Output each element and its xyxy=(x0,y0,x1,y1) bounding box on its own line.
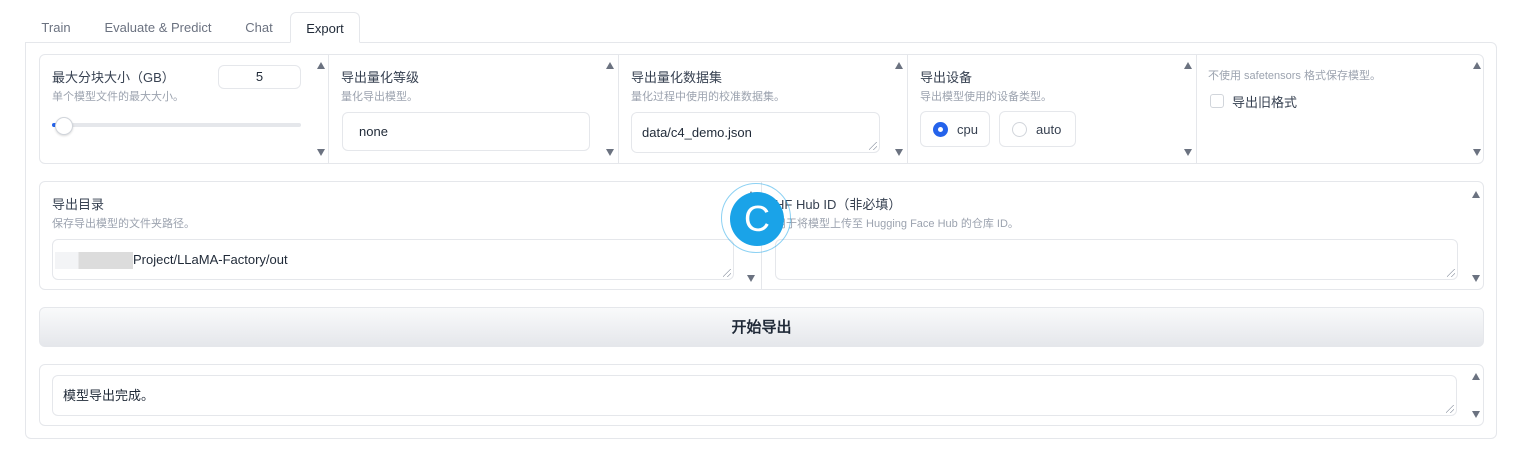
device-info: 导出模型使用的设备类型。 xyxy=(920,91,1052,103)
redacted-path-segment xyxy=(55,252,133,269)
scroll-down-arrow-icon[interactable] xyxy=(606,149,614,156)
hub-id-block: HF Hub ID（非必填） 用于将模型上传至 Hugging Face Hub… xyxy=(761,182,1485,289)
device-option-auto[interactable]: auto xyxy=(999,111,1076,147)
quant-dataset-label: 导出量化数据集 xyxy=(631,70,723,85)
hub-id-textbox[interactable] xyxy=(775,239,1458,280)
export-dir-value: Project/LLaMA-Factory/out xyxy=(133,252,288,267)
start-export-button[interactable]: 开始导出 xyxy=(39,307,1484,347)
shard-size-number-input[interactable]: 5 xyxy=(218,65,301,89)
export-dir-block: 导出目录 保存导出模型的文件夹路径。 Project/LLaMA-Factory… xyxy=(40,182,761,289)
shard-size-label: 最大分块大小（GB） xyxy=(52,70,175,85)
device-option-label: cpu xyxy=(957,122,978,137)
legacy-format-label[interactable]: 导出旧格式 xyxy=(1232,92,1297,111)
device-option-label: auto xyxy=(1036,122,1062,137)
scroll-down-arrow-icon[interactable] xyxy=(1472,275,1480,282)
tab-export[interactable]: Export xyxy=(290,12,360,43)
scroll-down-arrow-icon[interactable] xyxy=(1473,149,1481,156)
shard-size-slider[interactable] xyxy=(52,117,301,135)
scroll-up-arrow-icon[interactable] xyxy=(1472,373,1480,380)
device-option-cpu[interactable]: cpu xyxy=(920,111,990,147)
tab-chat[interactable]: Chat xyxy=(229,12,289,43)
output-box: 模型导出完成。 xyxy=(39,364,1484,426)
quant-dataset-textbox[interactable]: data/c4_demo.json xyxy=(631,112,880,153)
slider-track xyxy=(52,123,301,127)
slider-thumb[interactable] xyxy=(55,117,74,135)
export-settings-row: 最大分块大小（GB） 单个模型文件的最大大小。 5 导出量化等级 量化导出模型。… xyxy=(39,54,1484,164)
export-dir-label: 导出目录 xyxy=(52,197,105,212)
quant-bit-label: 导出量化等级 xyxy=(341,70,420,85)
scroll-up-arrow-icon[interactable] xyxy=(317,62,325,69)
scroll-up-arrow-icon[interactable] xyxy=(1184,62,1192,69)
quant-bit-info: 量化导出模型。 xyxy=(341,91,418,103)
scroll-down-arrow-icon[interactable] xyxy=(747,275,755,282)
tab-train[interactable]: Train xyxy=(25,12,87,43)
scroll-down-arrow-icon[interactable] xyxy=(1472,411,1480,418)
logo-letter: C xyxy=(744,198,770,239)
quant-bit-dropdown[interactable]: none xyxy=(342,112,590,151)
export-dir-info: 保存导出模型的文件夹路径。 xyxy=(52,218,195,230)
hub-id-label: HF Hub ID（非必填） xyxy=(775,197,902,212)
device-block: 导出设备 导出模型使用的设备类型。 cpu auto xyxy=(907,55,1196,163)
output-textbox[interactable]: 模型导出完成。 xyxy=(52,375,1457,416)
scroll-up-arrow-icon[interactable] xyxy=(1472,191,1480,198)
scroll-up-arrow-icon[interactable] xyxy=(606,62,614,69)
shard-size-info: 单个模型文件的最大大小。 xyxy=(52,91,184,103)
export-dir-textbox[interactable]: Project/LLaMA-Factory/out xyxy=(52,239,734,280)
shard-size-block: 最大分块大小（GB） 单个模型文件的最大大小。 5 xyxy=(40,55,328,163)
resize-handle-icon[interactable] xyxy=(1447,269,1455,277)
device-label: 导出设备 xyxy=(920,70,973,85)
legacy-format-block: 不使用 safetensors 格式保存模型。 导出旧格式 xyxy=(1196,55,1485,163)
logo-circle: C xyxy=(730,192,784,246)
resize-handle-icon[interactable] xyxy=(723,269,731,277)
resize-handle-icon[interactable] xyxy=(1446,405,1454,413)
quant-dataset-block: 导出量化数据集 量化过程中使用的校准数据集。 data/c4_demo.json xyxy=(618,55,907,163)
quant-dataset-info: 量化过程中使用的校准数据集。 xyxy=(631,91,785,103)
scroll-up-arrow-icon[interactable] xyxy=(1473,62,1481,69)
scroll-down-arrow-icon[interactable] xyxy=(317,149,325,156)
floating-c-logo-icon[interactable]: C xyxy=(721,183,791,253)
legacy-format-info: 不使用 safetensors 格式保存模型。 xyxy=(1208,70,1381,82)
radio-selected-icon xyxy=(933,122,948,137)
scroll-down-arrow-icon[interactable] xyxy=(1184,149,1192,156)
tab-evaluate-predict[interactable]: Evaluate & Predict xyxy=(91,12,225,43)
scroll-up-arrow-icon[interactable] xyxy=(895,62,903,69)
radio-unselected-icon xyxy=(1012,122,1027,137)
legacy-format-checkbox[interactable] xyxy=(1210,94,1224,108)
resize-handle-icon[interactable] xyxy=(869,142,877,150)
scroll-down-arrow-icon[interactable] xyxy=(895,149,903,156)
output-value: 模型导出完成。 xyxy=(63,388,155,403)
hub-id-info: 用于将模型上传至 Hugging Face Hub 的仓库 ID。 xyxy=(775,218,1019,230)
quant-dataset-value: data/c4_demo.json xyxy=(642,125,752,140)
quant-bit-block: 导出量化等级 量化导出模型。 none xyxy=(328,55,618,163)
